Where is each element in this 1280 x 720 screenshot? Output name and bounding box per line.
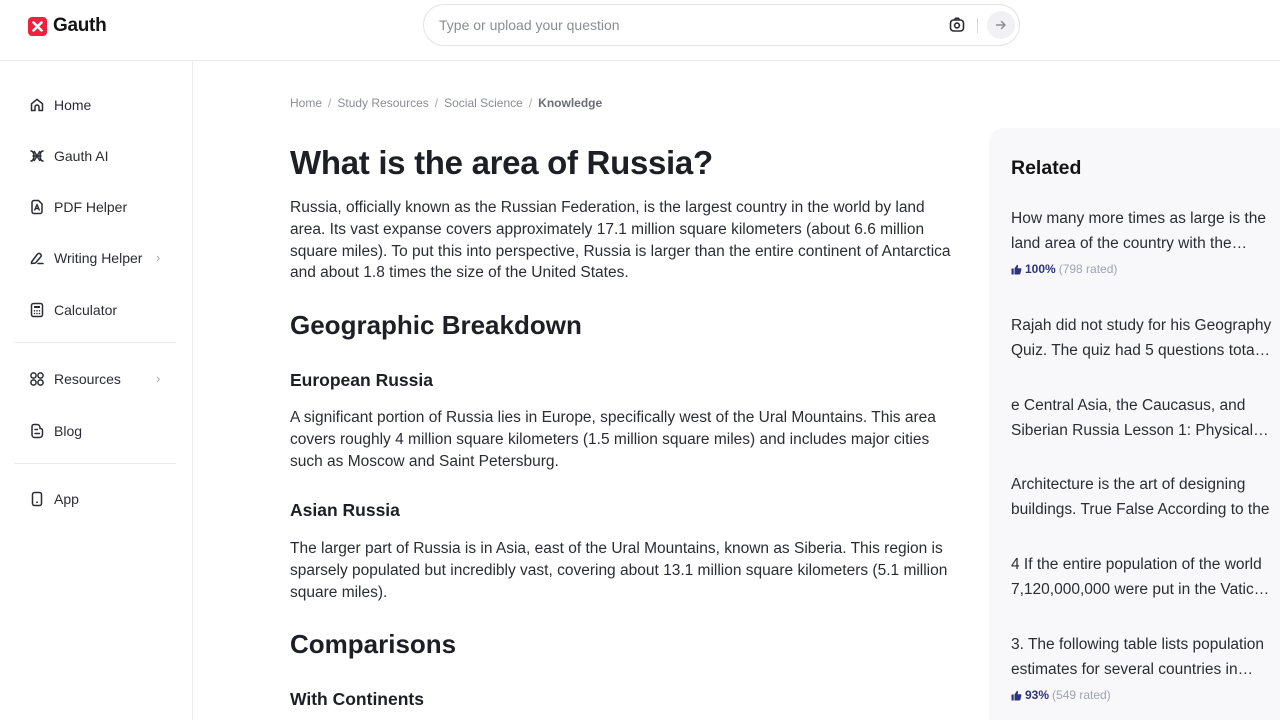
- sidebar-item-label: Blog: [54, 423, 83, 439]
- sidebar-item-blog[interactable]: Blog: [28, 419, 168, 443]
- sidebar-item-label: PDF Helper: [54, 199, 128, 215]
- breadcrumb-social-science[interactable]: Social Science: [444, 96, 523, 110]
- section-heading: Comparisons: [290, 629, 457, 659]
- section-heading: Geographic Breakdown: [290, 310, 582, 340]
- related-item-text: 4 If the entire population of the world …: [1011, 556, 1271, 598]
- gauth-logo[interactable]: Gauth: [28, 15, 107, 37]
- section-paragraph: The larger part of Russia is in Asia, ea…: [290, 540, 948, 601]
- sidebar-divider: [14, 342, 176, 343]
- pdf-icon: [28, 198, 46, 216]
- related-panel: Related How many more times as large is …: [989, 128, 1280, 720]
- phone-icon: [28, 490, 46, 508]
- gauth-logo-icon: [28, 16, 47, 36]
- related-item[interactable]: Architecture is the art of designing bui…: [1011, 472, 1273, 522]
- sidebar-item-label: Gauth AI: [54, 148, 109, 164]
- sidebar-item-app[interactable]: App: [28, 487, 168, 511]
- rating-count: (549 rated): [1052, 688, 1111, 702]
- related-title: Related: [1011, 157, 1082, 179]
- arrow-right-icon: [995, 20, 1006, 30]
- sidebar-item-gauth-ai[interactable]: Gauth AI: [28, 144, 168, 168]
- rating-count: (798 rated): [1058, 262, 1118, 276]
- related-item-text: How many more times as large is the land…: [1011, 210, 1266, 252]
- subsection-heading: With Continents: [290, 689, 424, 709]
- sidebar-item-home[interactable]: Home: [28, 93, 168, 117]
- camera-icon[interactable]: [948, 16, 966, 34]
- gauth-ai-icon: [28, 147, 46, 165]
- home-icon: [28, 96, 46, 114]
- related-item-text: 3. The following table lists population …: [1011, 636, 1265, 678]
- thumbs-up-icon: [1011, 690, 1022, 700]
- breadcrumb-home[interactable]: Home: [290, 96, 322, 110]
- breadcrumb-separator: /: [434, 96, 439, 110]
- breadcrumb: Home / Study Resources / Social Science …: [290, 96, 602, 110]
- rating-percent: 93%: [1025, 688, 1050, 702]
- subsection-heading: European Russia: [290, 370, 433, 390]
- pen-icon: [28, 249, 46, 267]
- breadcrumb-separator: /: [528, 96, 533, 110]
- breadcrumb-separator: /: [328, 96, 332, 110]
- search-divider: [977, 18, 978, 33]
- related-item[interactable]: Rajah did not study for his Geography Qu…: [1011, 313, 1273, 363]
- section-paragraph: A significant portion of Russia lies in …: [290, 409, 936, 470]
- gauth-logo-text: Gauth: [53, 15, 107, 36]
- subsection-heading: Asian Russia: [290, 500, 400, 520]
- sidebar-item-pdf-helper[interactable]: PDF Helper: [28, 195, 168, 219]
- breadcrumb-study-resources[interactable]: Study Resources: [337, 96, 428, 110]
- rating: 100% (798 rated): [1011, 262, 1273, 276]
- question-search-bar: [423, 4, 1020, 46]
- calculator-icon: [28, 301, 46, 319]
- rating: 93% (549 rated): [1011, 688, 1273, 702]
- sidebar: Home Gauth AI PDF Helper Writing Helper …: [0, 61, 193, 720]
- sidebar-divider: [14, 463, 176, 464]
- blog-icon: [28, 422, 46, 440]
- chevron-right-icon: ›: [156, 371, 161, 386]
- breadcrumb-current: Knowledge: [538, 96, 603, 110]
- sidebar-item-writing-helper[interactable]: Writing Helper ›: [28, 246, 168, 270]
- related-item[interactable]: e Central Asia, the Caucasus, and Siberi…: [1011, 393, 1273, 443]
- intro-paragraph: Russia, officially known as the Russian …: [290, 199, 951, 282]
- question-search-input[interactable]: [439, 17, 939, 33]
- sidebar-item-label: App: [54, 491, 79, 507]
- sidebar-item-label: Calculator: [54, 302, 118, 318]
- related-item[interactable]: How many more times as large is the land…: [1011, 206, 1273, 276]
- thumbs-up-icon: [1011, 264, 1022, 274]
- sidebar-item-label: Writing Helper: [54, 250, 143, 266]
- related-item-text: e Central Asia, the Caucasus, and Siberi…: [1011, 397, 1254, 439]
- related-item[interactable]: 4 If the entire population of the world …: [1011, 552, 1273, 602]
- rating-percent: 100%: [1025, 262, 1056, 276]
- related-item[interactable]: 3. The following table lists population …: [1011, 632, 1273, 702]
- related-item-text: Rajah did not study for his Geography Qu…: [1011, 317, 1272, 359]
- sidebar-item-resources[interactable]: Resources ›: [28, 367, 168, 391]
- sidebar-item-calculator[interactable]: Calculator: [28, 298, 168, 322]
- top-header: Gauth: [0, 0, 1280, 61]
- related-item-text: Architecture is the art of designing bui…: [1011, 476, 1270, 518]
- sidebar-item-label: Resources: [54, 371, 121, 387]
- chevron-right-icon: ›: [156, 250, 161, 265]
- submit-question-button[interactable]: [987, 11, 1015, 39]
- page-title: What is the area of Russia?: [290, 144, 713, 181]
- sidebar-item-label: Home: [54, 97, 92, 113]
- grid-icon: [28, 370, 46, 388]
